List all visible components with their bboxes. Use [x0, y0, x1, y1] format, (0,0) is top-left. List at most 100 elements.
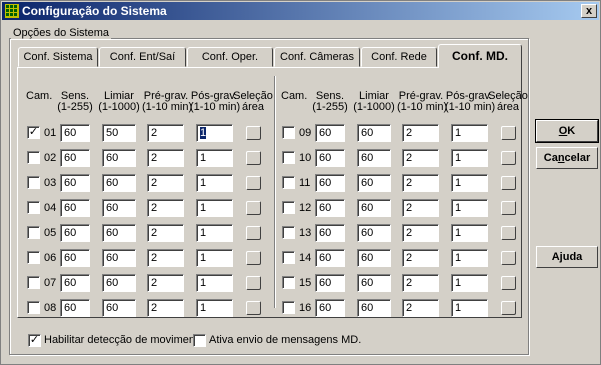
area-select-button[interactable]: [246, 226, 261, 240]
sens-input[interactable]: 60: [60, 224, 90, 242]
limiar-input[interactable]: 60: [102, 299, 136, 317]
camera-checkbox[interactable]: [27, 201, 40, 214]
posgrav-input[interactable]: 1: [196, 149, 233, 167]
area-select-button[interactable]: [501, 201, 516, 215]
sens-input[interactable]: 60: [315, 199, 345, 217]
camera-checkbox[interactable]: [27, 276, 40, 289]
camera-checkbox[interactable]: [27, 151, 40, 164]
tab-conf-sistema[interactable]: Conf. Sistema: [18, 47, 98, 67]
pregrav-input[interactable]: 2: [147, 124, 184, 142]
pregrav-input[interactable]: 2: [402, 249, 439, 267]
area-select-button[interactable]: [246, 126, 261, 140]
pregrav-input[interactable]: 2: [147, 174, 184, 192]
area-select-button[interactable]: [246, 276, 261, 290]
sens-input[interactable]: 60: [60, 199, 90, 217]
camera-checkbox[interactable]: [282, 301, 295, 314]
limiar-input[interactable]: 60: [102, 274, 136, 292]
posgrav-input[interactable]: 1: [196, 199, 233, 217]
camera-checkbox[interactable]: [282, 176, 295, 189]
area-select-button[interactable]: [246, 301, 261, 315]
tab-conf-ent-sai[interactable]: Conf. Ent/Saí: [99, 47, 186, 67]
area-select-button[interactable]: [501, 126, 516, 140]
enable-md-checkbox[interactable]: ✓: [28, 334, 41, 347]
camera-checkbox[interactable]: ✓: [27, 126, 40, 139]
camera-checkbox[interactable]: [27, 176, 40, 189]
posgrav-input[interactable]: 1: [196, 249, 233, 267]
area-select-button[interactable]: [501, 301, 516, 315]
sens-input[interactable]: 60: [60, 124, 90, 142]
tab-conf-rede[interactable]: Conf. Rede: [361, 47, 437, 67]
pregrav-input[interactable]: 2: [147, 274, 184, 292]
limiar-input[interactable]: 60: [102, 224, 136, 242]
posgrav-input[interactable]: 1: [451, 224, 488, 242]
limiar-input[interactable]: 60: [357, 224, 391, 242]
posgrav-input[interactable]: 1: [451, 199, 488, 217]
posgrav-input[interactable]: 1: [196, 124, 233, 142]
sens-input[interactable]: 60: [60, 174, 90, 192]
limiar-input[interactable]: 60: [357, 249, 391, 267]
pregrav-input[interactable]: 2: [402, 149, 439, 167]
pregrav-input[interactable]: 2: [147, 299, 184, 317]
pregrav-input[interactable]: 2: [147, 199, 184, 217]
sens-input[interactable]: 60: [60, 249, 90, 267]
area-select-button[interactable]: [501, 276, 516, 290]
area-select-button[interactable]: [501, 176, 516, 190]
pregrav-input[interactable]: 2: [147, 224, 184, 242]
tab-conf-oper[interactable]: Conf. Oper.: [187, 47, 273, 67]
limiar-input[interactable]: 60: [102, 174, 136, 192]
title-bar[interactable]: Configuração do Sistema x: [2, 2, 599, 20]
ok-button[interactable]: OK: [535, 119, 599, 143]
posgrav-input[interactable]: 1: [196, 274, 233, 292]
sens-input[interactable]: 60: [315, 224, 345, 242]
camera-checkbox[interactable]: [282, 251, 295, 264]
posgrav-input[interactable]: 1: [451, 249, 488, 267]
camera-checkbox[interactable]: [282, 276, 295, 289]
sens-input[interactable]: 60: [315, 124, 345, 142]
area-select-button[interactable]: [246, 251, 261, 265]
pregrav-input[interactable]: 2: [147, 249, 184, 267]
posgrav-input[interactable]: 1: [451, 174, 488, 192]
limiar-input[interactable]: 60: [102, 149, 136, 167]
sens-input[interactable]: 60: [60, 274, 90, 292]
tab-conf-md[interactable]: Conf. MD.: [438, 44, 522, 68]
sens-input[interactable]: 60: [315, 174, 345, 192]
pregrav-input[interactable]: 2: [147, 149, 184, 167]
tab-conf-cameras[interactable]: Conf. Câmeras: [274, 47, 360, 67]
sens-input[interactable]: 60: [315, 299, 345, 317]
camera-checkbox[interactable]: [282, 226, 295, 239]
sens-input[interactable]: 60: [315, 249, 345, 267]
posgrav-input[interactable]: 1: [196, 174, 233, 192]
posgrav-input[interactable]: 1: [451, 299, 488, 317]
limiar-input[interactable]: 60: [357, 124, 391, 142]
limiar-input[interactable]: 60: [357, 274, 391, 292]
limiar-input[interactable]: 60: [357, 149, 391, 167]
pregrav-input[interactable]: 2: [402, 274, 439, 292]
sens-input[interactable]: 60: [60, 299, 90, 317]
cancel-button[interactable]: Cancelar: [536, 147, 598, 169]
posgrav-input[interactable]: 1: [196, 224, 233, 242]
close-button[interactable]: x: [581, 4, 597, 18]
sens-input[interactable]: 60: [315, 274, 345, 292]
pregrav-input[interactable]: 2: [402, 199, 439, 217]
limiar-input[interactable]: 60: [102, 199, 136, 217]
pregrav-input[interactable]: 2: [402, 224, 439, 242]
area-select-button[interactable]: [501, 251, 516, 265]
help-button[interactable]: Ajuda: [536, 246, 598, 268]
posgrav-input[interactable]: 1: [196, 299, 233, 317]
limiar-input[interactable]: 60: [357, 174, 391, 192]
area-select-button[interactable]: [501, 226, 516, 240]
limiar-input[interactable]: 60: [357, 299, 391, 317]
camera-checkbox[interactable]: [282, 201, 295, 214]
posgrav-input[interactable]: 1: [451, 124, 488, 142]
posgrav-input[interactable]: 1: [451, 149, 488, 167]
limiar-input[interactable]: 60: [357, 199, 391, 217]
limiar-input[interactable]: 50: [102, 124, 136, 142]
posgrav-input[interactable]: 1: [451, 274, 488, 292]
area-select-button[interactable]: [246, 176, 261, 190]
pregrav-input[interactable]: 2: [402, 174, 439, 192]
send-md-checkbox[interactable]: [193, 334, 206, 347]
area-select-button[interactable]: [246, 201, 261, 215]
sens-input[interactable]: 60: [60, 149, 90, 167]
sens-input[interactable]: 60: [315, 149, 345, 167]
limiar-input[interactable]: 60: [102, 249, 136, 267]
